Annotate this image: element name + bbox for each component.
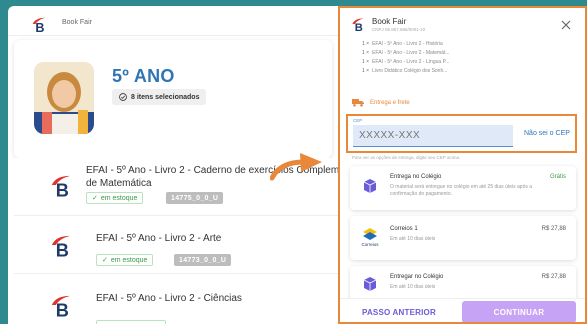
shipping-label: Entrega e frete [370,99,410,106]
book-fair-logo: B [51,175,71,198]
svg-text:B: B [355,22,363,32]
store-title: Book Fair [62,19,92,26]
drawer-title: Book Fair [372,17,407,26]
cart-item-qty: 1 × [362,59,370,65]
option-description: Em até 10 dias úteis [390,284,436,290]
svg-text:B: B [35,21,44,33]
arrow-icon [270,153,322,181]
product-name-cont: de Matemática [86,178,152,189]
close-icon[interactable] [560,19,572,31]
cart-items-list: 1 × EFAI - 5º Ano - Livro 2 - História 1 … [362,40,562,76]
continue-button[interactable]: CONTINUAR [462,301,576,322]
product-row[interactable]: B EFAI - 5º Ano - Livro 2 - Arte ✓ em es… [14,216,338,274]
cart-item: 1 × EFAI - 5º Ano - Livro 2 - História [362,40,562,49]
cart-item-qty: 1 × [362,68,370,74]
svg-text:B: B [56,241,69,258]
grade-card: 5º ANO 8 itens selecionados [14,40,332,158]
cart-item: 1 × EFAI - 5º Ano - Livro 2 - Língua P... [362,58,562,67]
option-title: Correios 1 [390,226,418,232]
option-title: Entrega no Colégio [390,174,442,180]
cart-item-name: Livro Didático Colégio dos Sonh... [372,68,448,74]
stock-label: em estoque [110,256,148,264]
option-title: Entregar no Colégio [390,274,444,280]
package-icon [363,179,377,193]
drawer-subtitle: CNPJ 06.867.686/0001-22 [372,27,426,32]
selected-items-chip: 8 itens selecionados [112,89,207,105]
stock-label: em estoque [100,194,138,202]
svg-text:B: B [56,301,69,318]
correios-logo: Correios [361,228,379,247]
product-row[interactable]: B EFAI - 5º Ano - Livro 2 - Ciências [14,274,338,324]
shipping-option-correios[interactable]: Correios Correios 1 R$ 27,88 Em até 10 d… [350,216,576,260]
option-price: R$ 27,88 [541,274,566,280]
check-circle-icon [119,93,127,101]
cep-input[interactable] [353,125,513,147]
student-photo [34,62,94,134]
grade-title: 5º ANO [112,66,175,86]
product-name: EFAI - 5º Ano - Livro 2 - Arte [96,233,222,244]
cart-item-name: EFAI - 5º Ano - Livro 2 - Língua P... [372,59,450,65]
truck-icon [352,99,364,107]
product-name: EFAI - 5º Ano - Livro 2 - Ciências [96,293,242,304]
sku-badge: 14775_0_0_U [166,192,224,204]
sku-badge: 14773_0_0_U [174,254,232,266]
cart-item-qty: 1 × [362,41,370,47]
book-fair-logo: B [51,295,71,318]
cart-item-name: EFAI - 5º Ano - Livro 2 - História [372,41,443,47]
option-description: Em até 10 dias úteis [390,236,436,242]
shipping-header: Entrega e frete [352,98,410,107]
stock-badge [96,320,166,324]
svg-text:B: B [56,181,69,198]
cep-highlight: CEP Não sei o CEP [346,114,577,153]
cart-item-qty: 1 × [362,50,370,56]
store-header: B Book Fair [8,6,338,36]
option-price: R$ 27,88 [541,226,566,232]
correios-logo-text: Correios [361,242,379,247]
cep-hint: Para ver as opções de entrega, digite se… [352,155,461,160]
checkout-drawer: B Book Fair CNPJ 06.867.686/0001-22 1 × E… [338,6,587,324]
cart-item-name: EFAI - 5º Ano - Livro 2 - Matemát... [372,50,450,56]
book-fair-logo: B [32,17,46,33]
selected-items-label: 8 itens selecionados [131,93,200,101]
check-icon: ✓ [102,257,108,264]
cep-label: CEP [353,118,363,123]
stock-badge: ✓ em estoque [96,254,154,266]
option-description: O material será entregue no colégio em a… [390,184,533,197]
previous-step-button[interactable]: PASSO ANTERIOR [362,308,436,317]
package-icon [363,277,377,291]
option-price: Grátis [549,174,566,180]
cart-item: 1 × EFAI - 5º Ano - Livro 2 - Matemát... [362,49,562,58]
shipping-option-school[interactable]: Entrega no Colégio Grátis O material ser… [350,166,576,210]
drawer-footer: PASSO ANTERIOR CONTINUAR [340,298,585,322]
book-fair-logo: B [352,18,364,32]
dont-know-cep-link[interactable]: Não sei o CEP [524,130,570,137]
book-fair-logo: B [51,235,71,258]
stock-badge: ✓ em estoque [86,192,144,204]
check-icon: ✓ [92,195,98,202]
cart-item: 1 × Livro Didático Colégio dos Sonh... [362,67,562,76]
